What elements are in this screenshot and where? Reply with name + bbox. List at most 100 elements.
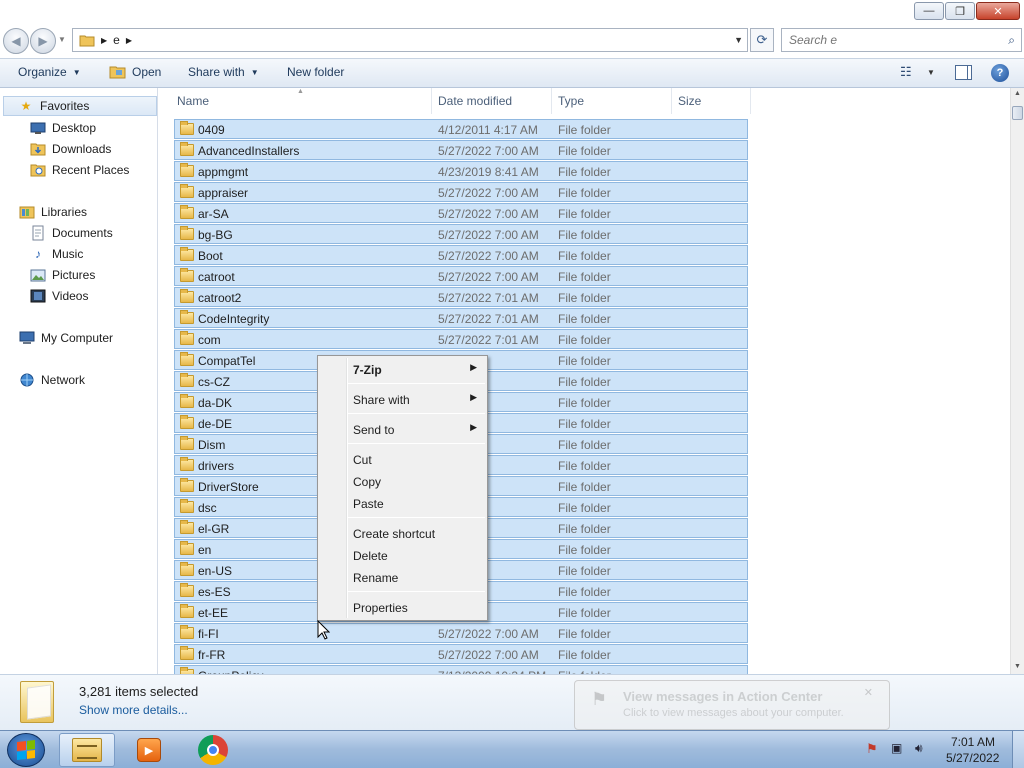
menu-item-properties[interactable]: Properties (320, 597, 485, 619)
clock-date[interactable]: 5/27/2022 (946, 751, 999, 765)
column-type[interactable]: Type (558, 94, 584, 108)
action-center-flag-icon[interactable]: ⚑ (866, 741, 878, 757)
nav-my-computer[interactable]: My Computer (19, 328, 113, 348)
column-divider[interactable] (671, 88, 672, 114)
notification-close-icon[interactable]: ✕ (864, 686, 873, 699)
file-list: ▲ Name Date modified Type Size 0409 4/12/… (159, 88, 1010, 674)
file-type: File folder (558, 543, 611, 557)
taskbar-media-player-button[interactable]: ▶ (121, 733, 177, 767)
address-bar[interactable]: ▶ e ▶ ▼ (72, 28, 748, 52)
table-row[interactable]: Boot 5/27/2022 7:00 AM File folder (174, 245, 748, 265)
scroll-up-icon[interactable]: ▲ (1014, 90, 1021, 97)
table-row[interactable]: AdvancedInstallers 5/27/2022 7:00 AM File … (174, 140, 748, 160)
table-row[interactable]: appraiser 5/27/2022 7:00 AM File folder (174, 182, 748, 202)
help-button[interactable]: ? (991, 64, 1009, 82)
menu-item-send-to[interactable]: Send to ▶ (320, 419, 485, 441)
media-player-icon: ▶ (137, 738, 161, 762)
column-date-modified[interactable]: Date modified (438, 94, 512, 108)
folder-icon (180, 436, 194, 450)
volume-icon[interactable]: 🔊︎ (915, 741, 923, 756)
column-name[interactable]: Name (177, 94, 209, 108)
vertical-scrollbar[interactable]: ▲ ▼ (1010, 88, 1024, 674)
nav-downloads[interactable]: Downloads (30, 139, 111, 159)
nav-label: Favorites (40, 99, 90, 113)
scroll-thumb[interactable] (1012, 106, 1023, 120)
menu-item-create-shortcut[interactable]: Create shortcut (320, 523, 485, 545)
recent-pages-dropdown-icon[interactable]: ▼ (58, 35, 66, 44)
breadcrumb-separator-icon[interactable]: ▶ (126, 36, 132, 45)
menu-item-copy[interactable]: Copy (320, 471, 485, 493)
scroll-down-icon[interactable]: ▼ (1014, 663, 1021, 670)
folder-icon (180, 184, 194, 198)
nav-label: Desktop (52, 121, 97, 135)
nav-pictures[interactable]: Pictures (30, 265, 95, 285)
taskbar-explorer-button[interactable] (59, 733, 115, 767)
taskbar-chrome-button[interactable] (185, 733, 241, 767)
clock-time[interactable]: 7:01 AM (951, 735, 995, 749)
menu-label: 7-Zip (353, 363, 382, 377)
close-button[interactable]: ✕ (976, 2, 1020, 20)
search-box[interactable]: ⌕ (781, 28, 1022, 52)
nav-libraries[interactable]: Libraries (19, 202, 87, 222)
nav-recent-places[interactable]: Recent Places (30, 160, 129, 180)
minimize-button[interactable]: — (914, 2, 944, 20)
breadcrumb-separator-icon[interactable]: ▶ (101, 36, 107, 45)
menu-item-cut[interactable]: Cut (320, 449, 485, 471)
nav-favorites[interactable]: ★ Favorites (3, 96, 157, 116)
new-folder-button[interactable]: New folder (287, 65, 344, 79)
table-row[interactable]: bg-BG 5/27/2022 7:00 AM File folder (174, 224, 748, 244)
search-icon[interactable]: ⌕ (1008, 33, 1015, 48)
network-status-icon[interactable]: ▣ (891, 741, 902, 755)
folder-icon (180, 268, 194, 282)
menu-item-paste[interactable]: Paste (320, 493, 485, 515)
start-button[interactable] (7, 733, 45, 767)
column-size[interactable]: Size (678, 94, 701, 108)
table-row[interactable]: appmgmt 4/23/2019 8:41 AM File folder (174, 161, 748, 181)
view-options-dropdown-icon[interactable]: ▼ (927, 68, 935, 77)
preview-pane-button[interactable] (955, 65, 972, 80)
file-type: File folder (558, 459, 611, 473)
refresh-button[interactable]: ⟳ (750, 28, 774, 52)
file-name: cs-CZ (198, 375, 230, 389)
action-center-notification[interactable]: ⚑ View messages in Action Center Click t… (574, 680, 890, 730)
nav-documents[interactable]: Documents (30, 223, 113, 243)
back-button[interactable]: ◀ (3, 28, 29, 54)
breadcrumb-segment[interactable]: e (113, 33, 120, 47)
menu-item-rename[interactable]: Rename (320, 567, 485, 589)
column-divider[interactable] (750, 88, 751, 114)
table-row[interactable]: catroot2 5/27/2022 7:01 AM File folder (174, 287, 748, 307)
table-row[interactable]: 0409 4/12/2011 4:17 AM File folder (174, 119, 748, 139)
open-folder-icon (109, 66, 126, 79)
menu-item-share-with[interactable]: Share with ▶ (320, 389, 485, 411)
nav-videos[interactable]: Videos (30, 286, 88, 306)
column-divider[interactable] (551, 88, 552, 114)
table-row[interactable]: catroot 5/27/2022 7:00 AM File folder (174, 266, 748, 286)
address-history-dropdown-icon[interactable]: ▼ (734, 35, 743, 45)
forward-button[interactable]: ▶ (30, 28, 56, 54)
organize-button[interactable]: Organize ▼ (18, 65, 81, 79)
nav-music[interactable]: ♪ Music (30, 244, 83, 264)
show-desktop-button[interactable] (1012, 731, 1024, 768)
open-button[interactable]: Open (109, 65, 161, 79)
menu-item-7zip[interactable]: 7-Zip ▶ (320, 359, 485, 381)
folder-icon (180, 625, 194, 639)
file-name: de-DE (198, 417, 233, 431)
table-row[interactable]: fi-FI 5/27/2022 7:00 AM File folder (174, 623, 748, 643)
nav-label: Music (52, 247, 84, 261)
table-row[interactable]: fr-FR 5/27/2022 7:00 AM File folder (174, 644, 748, 664)
column-divider[interactable] (431, 88, 432, 114)
show-more-details-link[interactable]: Show more details... (79, 703, 188, 717)
menu-label: Rename (353, 571, 399, 585)
nav-desktop[interactable]: Desktop (30, 118, 96, 138)
menu-item-delete[interactable]: Delete (320, 545, 485, 567)
table-row[interactable]: com 5/27/2022 7:01 AM File folder (174, 329, 748, 349)
table-row[interactable]: CodeIntegrity 5/27/2022 7:01 AM File folde… (174, 308, 748, 328)
table-row[interactable]: ar-SA 5/27/2022 7:00 AM File folder (174, 203, 748, 223)
search-input[interactable] (789, 33, 989, 47)
table-row[interactable]: GroupPolicy7/13/2009 10:34 PMFile folder (174, 665, 748, 674)
maximize-button[interactable]: ❐ (945, 2, 975, 20)
nav-network[interactable]: Network (19, 370, 85, 390)
folder-icon (180, 583, 194, 597)
change-view-icon[interactable]: ☷ (900, 64, 912, 80)
share-with-button[interactable]: Share with ▼ (188, 65, 259, 79)
